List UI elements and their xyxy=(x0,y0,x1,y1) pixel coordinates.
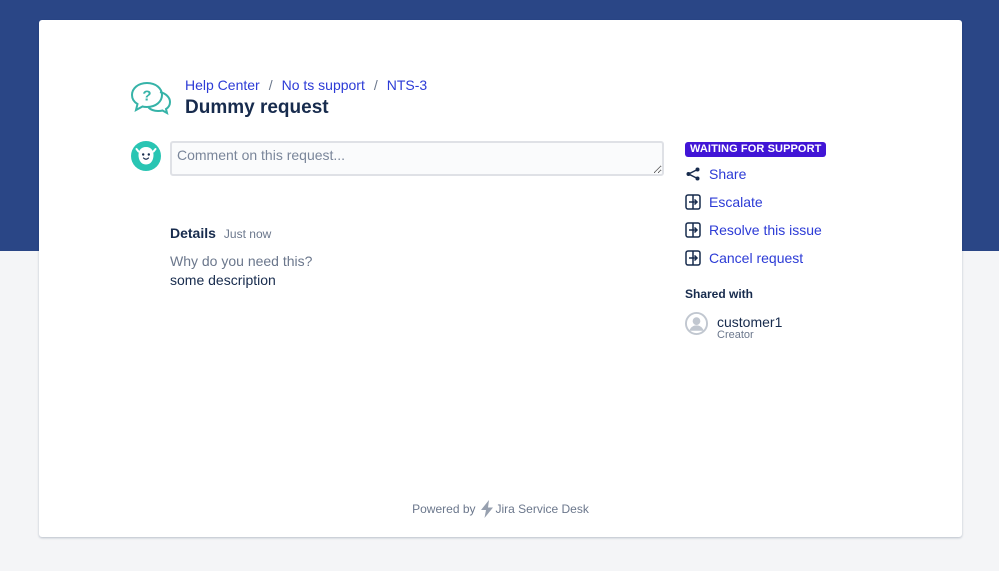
breadcrumb: Help Center / No ts support / NTS-3 xyxy=(185,77,427,93)
request-card: ? Help Center / No ts support / NTS-3 Du… xyxy=(39,20,962,537)
product-name[interactable]: Jira Service Desk xyxy=(496,502,589,516)
transition-icon xyxy=(685,250,701,266)
resolve-action[interactable]: Resolve this issue xyxy=(685,216,925,244)
help-center-icon: ? xyxy=(130,81,172,115)
breadcrumb-issue-key[interactable]: NTS-3 xyxy=(387,77,427,93)
participant: customer1 Creator xyxy=(685,312,925,341)
escalate-action[interactable]: Escalate xyxy=(685,188,925,216)
transition-icon xyxy=(685,222,701,238)
resolve-label: Resolve this issue xyxy=(709,222,822,238)
details-timestamp: Just now xyxy=(223,227,272,241)
share-label: Share xyxy=(709,166,747,182)
breadcrumb-project[interactable]: No ts support xyxy=(282,77,365,93)
transition-icon xyxy=(685,194,701,210)
participant-name: customer1 xyxy=(717,314,783,330)
breadcrumb-separator: / xyxy=(268,77,273,93)
share-action[interactable]: Share xyxy=(685,160,925,188)
breadcrumb-help-center[interactable]: Help Center xyxy=(185,77,260,93)
details-section: Details Just now Why do you need this? s… xyxy=(170,225,312,288)
lightning-bolt-icon xyxy=(480,500,493,518)
cancel-request-label: Cancel request xyxy=(709,250,804,266)
field-label: Why do you need this? xyxy=(170,253,313,269)
status-badge: WAITING FOR SUPPORT xyxy=(685,142,827,157)
participant-role: Creator xyxy=(717,329,754,341)
share-icon xyxy=(686,167,700,181)
comment-input[interactable] xyxy=(170,141,664,176)
escalate-label: Escalate xyxy=(709,194,763,210)
svg-text:?: ? xyxy=(142,88,151,105)
footer: Powered by Jira Service Desk xyxy=(39,500,962,518)
cancel-request-action[interactable]: Cancel request xyxy=(685,244,925,272)
details-heading: Details xyxy=(170,225,216,241)
powered-by-text: Powered by xyxy=(412,502,476,516)
request-sidebar: WAITING FOR SUPPORT Share Escalate Resol… xyxy=(685,139,925,341)
shared-with-heading: Shared with xyxy=(685,287,754,301)
details-header: Details Just now xyxy=(170,225,312,241)
user-avatar-icon xyxy=(685,312,708,335)
request-actions: Share Escalate Resolve this issue Cancel… xyxy=(685,160,925,272)
breadcrumb-separator: / xyxy=(373,77,378,93)
page-title: Dummy request xyxy=(185,97,329,118)
current-user-avatar xyxy=(131,141,161,171)
field-value: some description xyxy=(170,272,276,288)
